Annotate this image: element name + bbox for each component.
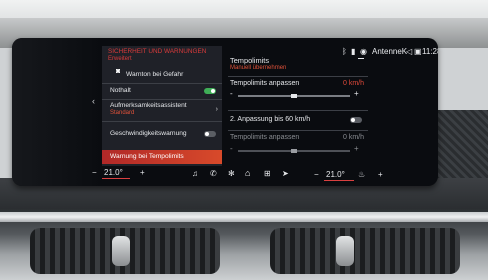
temp-indicator-left	[102, 178, 130, 179]
clock: 11:28	[422, 47, 438, 56]
navigation-icon[interactable]: ➤	[282, 169, 289, 178]
fan-icon[interactable]: ✻	[228, 169, 235, 178]
chevron-left-icon[interactable]: ‹	[92, 96, 95, 106]
temp-indicator-right	[324, 180, 354, 181]
settings-item-emergency-stop[interactable]: Nothalt	[102, 84, 222, 100]
decrease-button[interactable]: -	[230, 144, 233, 153]
second-adjust-toggle[interactable]	[350, 117, 362, 123]
decrease-button[interactable]: -	[230, 89, 233, 98]
speed-slider-1[interactable]	[238, 94, 350, 98]
increase-button[interactable]: +	[354, 144, 359, 153]
increase-button[interactable]: +	[354, 89, 359, 98]
home-icon[interactable]: ⌂	[245, 168, 250, 178]
settings-item-attention-assistant[interactable]: Aufmerksamkeitsassistent Standard ›	[102, 100, 222, 122]
settings-item-label: Nothalt	[110, 87, 131, 94]
speed-adjust-label: Tempolimits anpassen	[230, 80, 300, 87]
phone-icon[interactable]: ✆	[210, 169, 217, 178]
temp-left-decrease[interactable]: −	[92, 168, 97, 177]
temp-right-increase[interactable]: +	[378, 170, 383, 179]
speed-adjust-value: 0 km/h	[342, 80, 364, 87]
air-vent-right	[270, 228, 460, 274]
vent-knob-left[interactable]	[112, 236, 130, 266]
settings-item-speed-warning[interactable]: Geschwindigkeitswarnung	[102, 126, 222, 142]
speed-adjust-1: Tempolimits anpassen 0 km/h - +	[228, 80, 368, 108]
settings-item-label: Warnton bei Gefahr	[126, 71, 184, 78]
infotainment-display: ‹ ᛒ ▮ ◉ AntenneK ◁ ▣ 11:28 SICHERHEIT UN…	[12, 38, 438, 186]
music-icon[interactable]: ♫	[192, 169, 198, 178]
settings-item-label: Warnung bei Tempolimits	[110, 153, 184, 160]
temperature-left[interactable]: 21.0°	[104, 168, 123, 177]
temperature-right[interactable]: 21.0°	[326, 170, 345, 179]
divider	[228, 130, 368, 131]
divider	[102, 121, 222, 122]
safety-settings-panel: SICHERHEIT UND WARNUNGEN Erweitert ◙ War…	[102, 46, 222, 166]
speed-adjust-label: Tempolimits anpassen	[230, 134, 300, 141]
speed-warning-toggle[interactable]	[204, 131, 216, 137]
speed-adjust-3: Tempolimits anpassen 0 km/h - +	[228, 134, 368, 164]
settings-item-label: Aufmerksamkeitsassistent	[110, 102, 187, 109]
chevron-right-icon: ›	[215, 106, 218, 113]
speed-slider-2[interactable]	[238, 149, 350, 153]
slider-thumb[interactable]	[291, 94, 297, 98]
settings-item-warning-sound[interactable]: ◙ Warnton bei Gefahr	[102, 68, 222, 84]
speed-limit-panel: Tempolimits Manuell übernehmen Tempolimi…	[228, 54, 368, 172]
chrome-trim	[0, 212, 488, 222]
battery-icon: ▣	[414, 47, 422, 56]
seat-heat-icon[interactable]: ♨	[358, 170, 365, 179]
bottom-bar: − 21.0° + ♫ ✆ ✻ ⌂ ⊞ ➤ − 21.0° ♨ +	[92, 166, 438, 186]
panel-subheader: Erweitert	[108, 56, 132, 62]
settings-item-speed-limit-warning[interactable]: Warnung bei Tempolimits	[102, 150, 222, 164]
settings-item-label: Geschwindigkeitswarnung	[110, 130, 187, 137]
panel-header: SICHERHEIT UND WARNUNGEN	[108, 48, 207, 55]
speed-adjust-label: 2. Anpassung bis 60 km/h	[230, 116, 311, 123]
speed-adjust-value: 0 km/h	[342, 134, 364, 141]
volume-icon: ◁	[406, 47, 413, 56]
emergency-stop-toggle[interactable]	[204, 88, 216, 94]
radio-station: AntenneK	[372, 47, 408, 56]
apps-icon[interactable]: ⊞	[264, 169, 271, 178]
slider-thumb[interactable]	[291, 149, 297, 153]
divider	[228, 76, 368, 77]
temp-right-decrease[interactable]: −	[314, 170, 319, 179]
temp-left-increase[interactable]: +	[140, 168, 145, 177]
speed-limit-mode: Manuell übernehmen	[230, 65, 287, 71]
speed-adjust-2[interactable]: 2. Anpassung bis 60 km/h	[228, 114, 368, 128]
divider	[228, 110, 368, 111]
collapse-icon[interactable]	[358, 58, 364, 59]
speed-limit-title: Tempolimits	[230, 56, 270, 65]
settings-item-value: Standard	[110, 110, 135, 116]
warning-sound-icon: ◙	[116, 68, 121, 75]
vent-knob-right[interactable]	[336, 236, 354, 266]
